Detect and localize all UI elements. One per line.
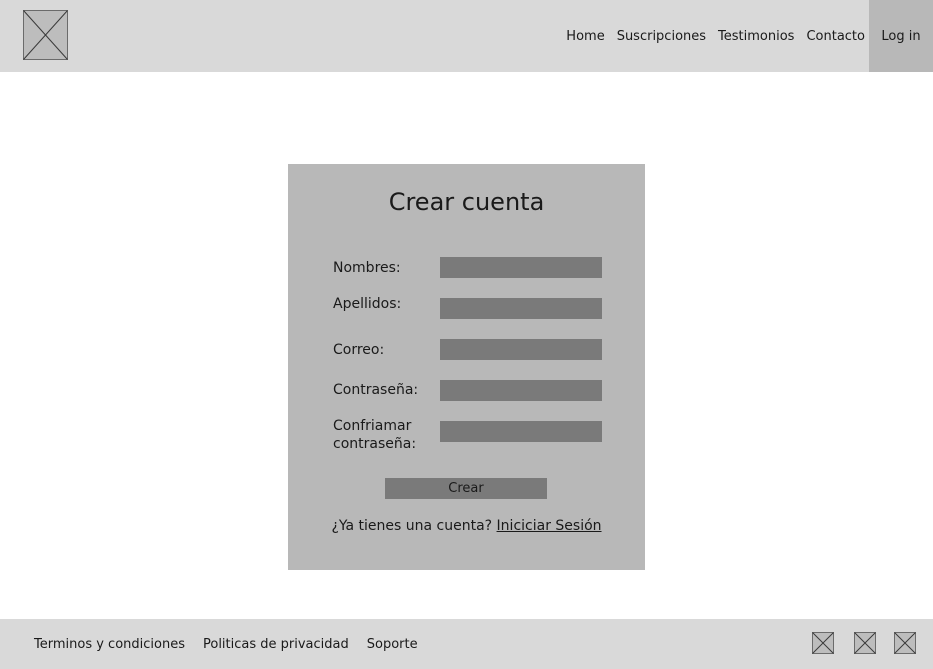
- form-title: Crear cuenta: [388, 188, 545, 216]
- nav-login[interactable]: Log in: [869, 0, 933, 72]
- confirmar-label-line2: contraseña:: [333, 436, 417, 452]
- social-icon-2[interactable]: [854, 632, 876, 654]
- nombres-input[interactable]: [440, 257, 602, 278]
- nav-contacto[interactable]: Contacto: [806, 29, 865, 44]
- iniciar-sesion-link[interactable]: Iniciciar Sesión: [497, 518, 602, 534]
- confirmar-label-line1: Confriamar: [333, 418, 412, 434]
- login-prompt-text: ¿Ya tienes una cuenta?: [331, 518, 493, 534]
- footer-links: Terminos y condiciones Politicas de priv…: [34, 619, 436, 669]
- nombres-label: Nombres:: [333, 260, 401, 276]
- nav-suscripciones[interactable]: Suscripciones: [617, 29, 706, 44]
- social-icon-3[interactable]: [894, 632, 916, 654]
- crear-button[interactable]: Crear: [385, 478, 547, 499]
- confirmar-contrasena-input[interactable]: [440, 421, 602, 442]
- footer-soporte-link[interactable]: Soporte: [367, 637, 418, 652]
- correo-input[interactable]: [440, 339, 602, 360]
- social-icon-1[interactable]: [812, 632, 834, 654]
- correo-label: Correo:: [333, 342, 385, 358]
- confirmar-label: Confriamar contraseña:: [333, 417, 416, 453]
- signup-card: Crear cuenta Nombres: Apellidos: Correo:…: [288, 164, 645, 570]
- contrasena-label: Contraseña:: [333, 382, 419, 398]
- footer-terminos-link[interactable]: Terminos y condiciones: [34, 637, 185, 652]
- nav-testimonios[interactable]: Testimonios: [718, 29, 794, 44]
- site-footer: Terminos y condiciones Politicas de priv…: [0, 619, 933, 669]
- contrasena-input[interactable]: [440, 380, 602, 401]
- footer-privacidad-link[interactable]: Politicas de privacidad: [203, 637, 349, 652]
- apellidos-label: Apellidos:: [333, 296, 402, 312]
- logo-placeholder-icon[interactable]: [23, 10, 68, 60]
- nav-home[interactable]: Home: [566, 29, 604, 44]
- login-prompt-line: ¿Ya tienes una cuenta? Iniciciar Sesión: [288, 518, 645, 534]
- apellidos-input[interactable]: [440, 298, 602, 319]
- site-header: Home Suscripciones Testimonios Contacto …: [0, 0, 933, 72]
- main-nav: Home Suscripciones Testimonios Contacto …: [566, 0, 933, 72]
